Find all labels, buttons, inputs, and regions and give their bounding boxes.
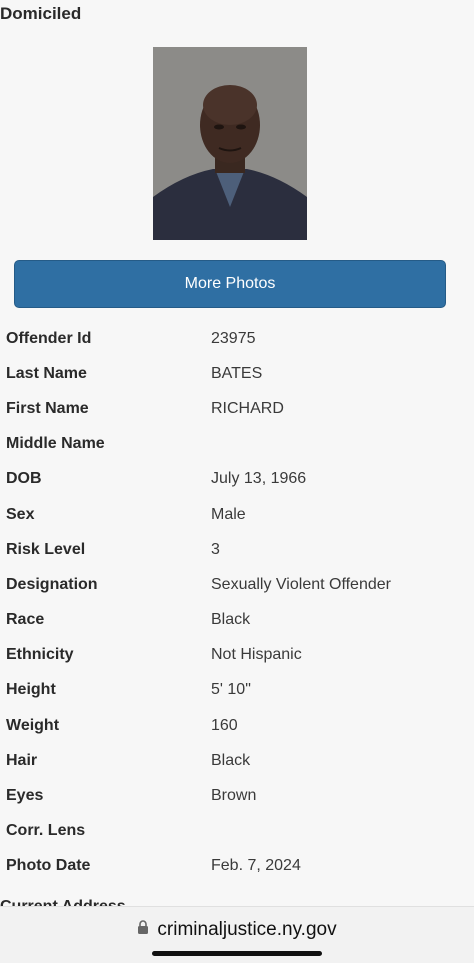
- offender-page: Domiciled More Photos Offender Id 23975 …: [0, 0, 474, 963]
- offender-photo: [153, 47, 307, 240]
- detail-row-middle-name: Middle Name: [6, 427, 466, 462]
- detail-value: July 13, 1966: [211, 470, 307, 488]
- detail-row-weight: Weight 160: [6, 708, 466, 743]
- detail-row-corr-lens: Corr. Lens: [6, 814, 466, 849]
- detail-value: BATES: [211, 364, 263, 382]
- detail-value: 23975: [211, 329, 256, 347]
- detail-row-race: Race Black: [6, 603, 466, 638]
- detail-label: Risk Level: [6, 540, 86, 558]
- home-indicator[interactable]: [152, 951, 322, 956]
- detail-row-first-name: First Name RICHARD: [6, 391, 466, 426]
- detail-label: Sex: [6, 505, 35, 523]
- url-text: criminaljustice.ny.gov: [157, 919, 337, 940]
- detail-row-designation: Designation Sexually Violent Offender: [6, 567, 466, 602]
- detail-value: Black: [211, 611, 251, 629]
- detail-row-photo-date: Photo Date Feb. 7, 2024: [6, 849, 466, 884]
- detail-value: Sexually Violent Offender: [211, 575, 391, 593]
- detail-value: Brown: [211, 787, 257, 805]
- detail-label: Middle Name: [6, 435, 105, 453]
- detail-label: First Name: [6, 399, 89, 417]
- detail-value: Not Hispanic: [211, 646, 302, 664]
- lock-icon: [137, 919, 149, 941]
- detail-value: 160: [211, 716, 238, 734]
- detail-value: 5' 10": [211, 681, 251, 699]
- detail-label: Eyes: [6, 787, 44, 805]
- detail-row-risk-level: Risk Level 3: [6, 532, 466, 567]
- status-heading: Domiciled: [0, 4, 82, 23]
- detail-row-height: Height 5' 10": [6, 673, 466, 708]
- detail-label: Designation: [6, 575, 98, 593]
- url-display[interactable]: criminaljustice.ny.gov: [0, 919, 474, 941]
- detail-row-offender-id: Offender Id 23975: [6, 321, 466, 356]
- detail-row-dob: DOB July 13, 1966: [6, 462, 466, 497]
- detail-label: Offender Id: [6, 329, 92, 347]
- detail-value: RICHARD: [211, 399, 284, 417]
- browser-address-bar[interactable]: criminaljustice.ny.gov: [0, 906, 474, 963]
- detail-row-eyes: Eyes Brown: [6, 778, 466, 813]
- detail-label: Photo Date: [6, 857, 91, 875]
- detail-value: Male: [211, 505, 246, 523]
- detail-label: Last Name: [6, 364, 87, 382]
- detail-label: Weight: [6, 716, 60, 734]
- detail-value: Feb. 7, 2024: [211, 857, 301, 875]
- detail-row-last-name: Last Name BATES: [6, 356, 466, 391]
- more-photos-button[interactable]: More Photos: [14, 260, 446, 308]
- detail-value: 3: [211, 540, 220, 558]
- detail-row-sex: Sex Male: [6, 497, 466, 532]
- detail-label: DOB: [6, 470, 42, 488]
- detail-label: Hair: [6, 751, 38, 769]
- detail-label: Corr. Lens: [6, 822, 86, 840]
- detail-value: Black: [211, 751, 251, 769]
- detail-row-hair: Hair Black: [6, 743, 466, 778]
- offender-details: Offender Id 23975 Last Name BATES First …: [6, 321, 466, 884]
- detail-label: Ethnicity: [6, 646, 74, 664]
- detail-label: Height: [6, 681, 56, 699]
- detail-row-ethnicity: Ethnicity Not Hispanic: [6, 638, 466, 673]
- detail-label: Race: [6, 611, 45, 629]
